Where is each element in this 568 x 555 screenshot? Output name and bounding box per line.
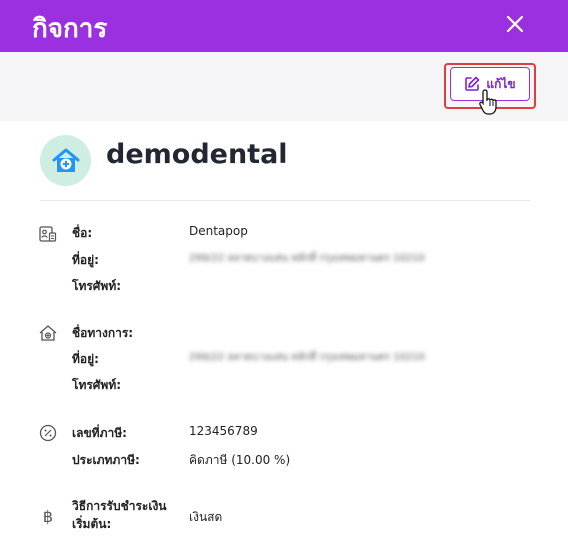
official-address-value: 299/22 ลลาดบางแสน หลักสี่ กรุงเทพมหานคร … bbox=[189, 352, 425, 363]
tax-type-label: ประเภทภาษี: bbox=[72, 453, 140, 467]
official-address-label: ที่อยู่: bbox=[72, 352, 99, 366]
divider bbox=[40, 200, 530, 201]
modal-title: กิจการ bbox=[32, 14, 108, 44]
contact-address-value: 299/22 ลลาดบางแสน หลักสี่ กรุงเทพมหานคร … bbox=[189, 253, 425, 264]
baht-icon: ฿ bbox=[43, 507, 53, 526]
contact-card-icon bbox=[39, 226, 57, 242]
clinic-house-icon bbox=[52, 148, 79, 172]
contact-name-value: Dentapop bbox=[189, 224, 248, 238]
modal-header: กิจการ bbox=[0, 0, 568, 52]
official-name-label: ชื่อทางการ: bbox=[72, 326, 134, 340]
tax-id-value: 123456789 bbox=[189, 424, 258, 438]
close-button[interactable] bbox=[502, 11, 528, 37]
hand-cursor-icon bbox=[479, 89, 497, 115]
building-icon bbox=[39, 325, 57, 341]
contact-phone-label: โทรศัพท์: bbox=[72, 279, 122, 293]
business-name: demodental bbox=[106, 139, 288, 170]
tax-id-label: เลขที่ภาษี: bbox=[72, 426, 127, 440]
contact-address-label: ที่อยู่: bbox=[72, 253, 99, 267]
business-avatar bbox=[40, 135, 91, 186]
svg-text:฿: ฿ bbox=[43, 507, 53, 526]
tax-percent-icon bbox=[39, 424, 57, 442]
contact-name-label: ชื่อ: bbox=[72, 226, 93, 240]
official-phone-label: โทรศัพท์: bbox=[72, 378, 122, 392]
tax-type-value: คิดภาษี (10.00 %) bbox=[189, 453, 291, 467]
payment-method-value: เงินสด bbox=[189, 510, 223, 524]
close-icon bbox=[506, 15, 524, 33]
payment-label-line1: วิธีการรับชำระเงิน bbox=[72, 499, 167, 513]
payment-label-line2: เริ่มต้น: bbox=[72, 517, 112, 531]
